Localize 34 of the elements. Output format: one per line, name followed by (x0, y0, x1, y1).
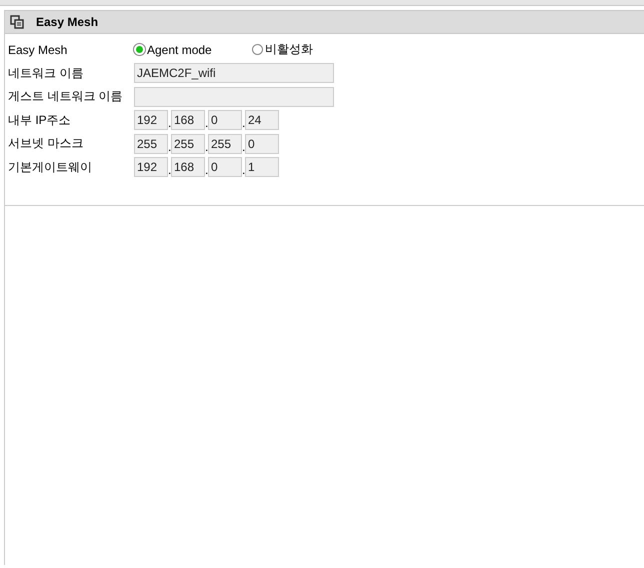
separator-dot: . (242, 116, 245, 130)
separator-dot: . (168, 116, 171, 130)
separator-dot: . (205, 163, 208, 178)
field-label: 기본게이트웨이 (8, 158, 93, 176)
ip-octet-field[interactable]: 192 (134, 157, 168, 178)
window-icon (10, 15, 24, 29)
ip-octet-field[interactable]: 255 (171, 134, 205, 154)
field-label: 내부 IP주소 (8, 112, 72, 129)
radio-label: Agent mode (147, 42, 212, 57)
ip-octet-field[interactable]: 168 (171, 157, 205, 178)
ip-octet-field[interactable]: 0 (245, 134, 279, 154)
ip-octet-field[interactable]: 192 (134, 110, 168, 130)
separator-dot: . (205, 140, 208, 154)
radio-label: 비활성화 (265, 41, 313, 58)
radio-button[interactable] (252, 44, 263, 56)
ip-octet-field[interactable]: 0 (208, 110, 242, 130)
field-label: 서브넷 마스크 (8, 135, 84, 152)
field-label: 게스트 네트워크 이름 (8, 88, 124, 106)
ip-octet-field[interactable]: 1 (245, 157, 279, 178)
ip-octet-field[interactable]: 24 (245, 110, 279, 130)
separator-dot: . (205, 116, 208, 130)
input-field[interactable]: JAEMC2F_wifi (134, 63, 334, 84)
field-label: 네트워크 이름 (8, 64, 84, 82)
separator-dot: . (168, 140, 171, 154)
separator-dot: . (242, 163, 245, 178)
separator-dot: . (242, 140, 245, 154)
field-label: Easy Mesh (8, 42, 68, 57)
input-field[interactable] (134, 86, 334, 107)
separator-dot: . (168, 163, 171, 178)
ip-octet-field[interactable]: 255 (208, 134, 242, 154)
panel-title: Easy Mesh (36, 15, 98, 29)
ip-octet-field[interactable]: 255 (134, 134, 168, 154)
ip-octet-field[interactable]: 0 (208, 157, 242, 178)
ip-octet-field[interactable]: 168 (171, 110, 205, 130)
